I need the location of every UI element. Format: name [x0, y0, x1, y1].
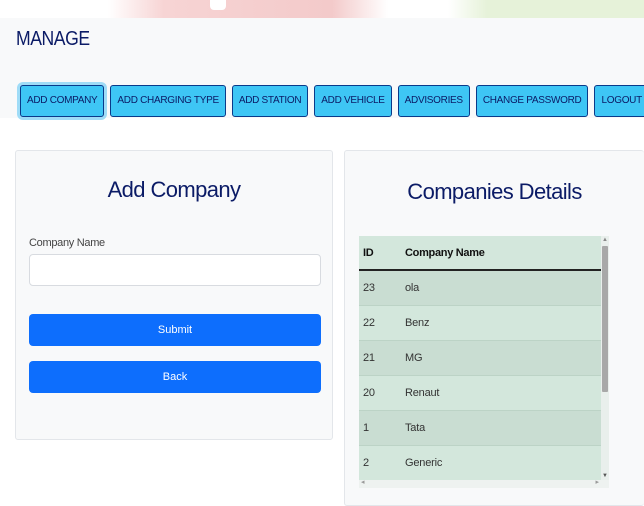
row-id-cell: 2: [359, 445, 405, 481]
row-name-cell: ola: [405, 270, 601, 306]
column-header-id: ID: [359, 236, 405, 271]
row-id-cell: 1: [359, 410, 405, 446]
company-name-input[interactable]: [29, 254, 321, 286]
header: MANAGE ADD COMPANY ADD CHARGING TYPE ADD…: [0, 18, 644, 118]
top-decoration-left: [108, 0, 388, 18]
companies-details-title: Companies Details: [407, 179, 582, 204]
companies-table-container[interactable]: ID Company Name 23 ola 22 Benz 21 MG 20 …: [359, 236, 609, 488]
nav-bar: ADD COMPANY ADD CHARGING TYPE ADD STATIO…: [20, 85, 644, 117]
nav-logout-button[interactable]: LOGOUT: [594, 85, 644, 117]
column-header-company-name: Company Name: [405, 236, 601, 271]
scroll-right-icon[interactable]: ▸: [595, 478, 599, 486]
top-decoration-notch: [210, 0, 226, 10]
companies-table: ID Company Name 23 ola 22 Benz 21 MG 20 …: [359, 236, 601, 481]
table-row: 21 MG: [359, 340, 601, 376]
row-id-cell: 21: [359, 340, 405, 376]
row-name-cell: MG: [405, 340, 601, 376]
table-row: 2 Generic: [359, 445, 601, 481]
add-company-title: Add Company: [107, 177, 241, 202]
table-row: 23 ola: [359, 270, 601, 306]
nav-change-password-button[interactable]: CHANGE PASSWORD: [475, 85, 589, 117]
scroll-thumb[interactable]: [602, 246, 608, 392]
row-name-cell: Generic: [405, 445, 601, 481]
row-name-cell: Tata: [405, 410, 601, 446]
scroll-left-icon[interactable]: ◂: [361, 478, 365, 486]
nav-add-station-button[interactable]: ADD STATION: [231, 85, 309, 117]
nav-advisories-button[interactable]: ADVISORIES: [397, 85, 470, 117]
add-company-card: Add Company Company Name Submit Back: [15, 150, 333, 440]
nav-add-charging-type-button[interactable]: ADD CHARGING TYPE: [110, 85, 226, 117]
table-row: 1 Tata: [359, 410, 601, 446]
top-decoration-right: [448, 0, 644, 18]
row-id-cell: 20: [359, 375, 405, 411]
row-name-cell: Benz: [405, 305, 601, 341]
companies-details-card: Companies Details ID Company Name 23 ola…: [344, 150, 644, 506]
brand-title: MANAGE: [16, 28, 90, 50]
table-header-row: ID Company Name: [359, 236, 601, 271]
row-name-cell: Renaut: [405, 375, 601, 411]
nav-add-company-button[interactable]: ADD COMPANY: [20, 85, 105, 117]
nav-add-vehicle-button[interactable]: ADD VEHICLE: [314, 85, 392, 117]
table-row: 20 Renaut: [359, 375, 601, 411]
horizontal-scrollbar[interactable]: ◂ ▸: [359, 478, 609, 488]
scroll-down-icon[interactable]: ▼: [602, 473, 608, 479]
company-name-label: Company Name: [29, 237, 105, 249]
row-id-cell: 23: [359, 270, 405, 306]
submit-button[interactable]: Submit: [29, 314, 321, 346]
scroll-up-icon[interactable]: ▲: [602, 237, 608, 243]
vertical-scrollbar[interactable]: ▲ ▼: [601, 236, 609, 480]
table-row: 22 Benz: [359, 305, 601, 341]
back-button[interactable]: Back: [29, 361, 321, 393]
row-id-cell: 22: [359, 305, 405, 341]
